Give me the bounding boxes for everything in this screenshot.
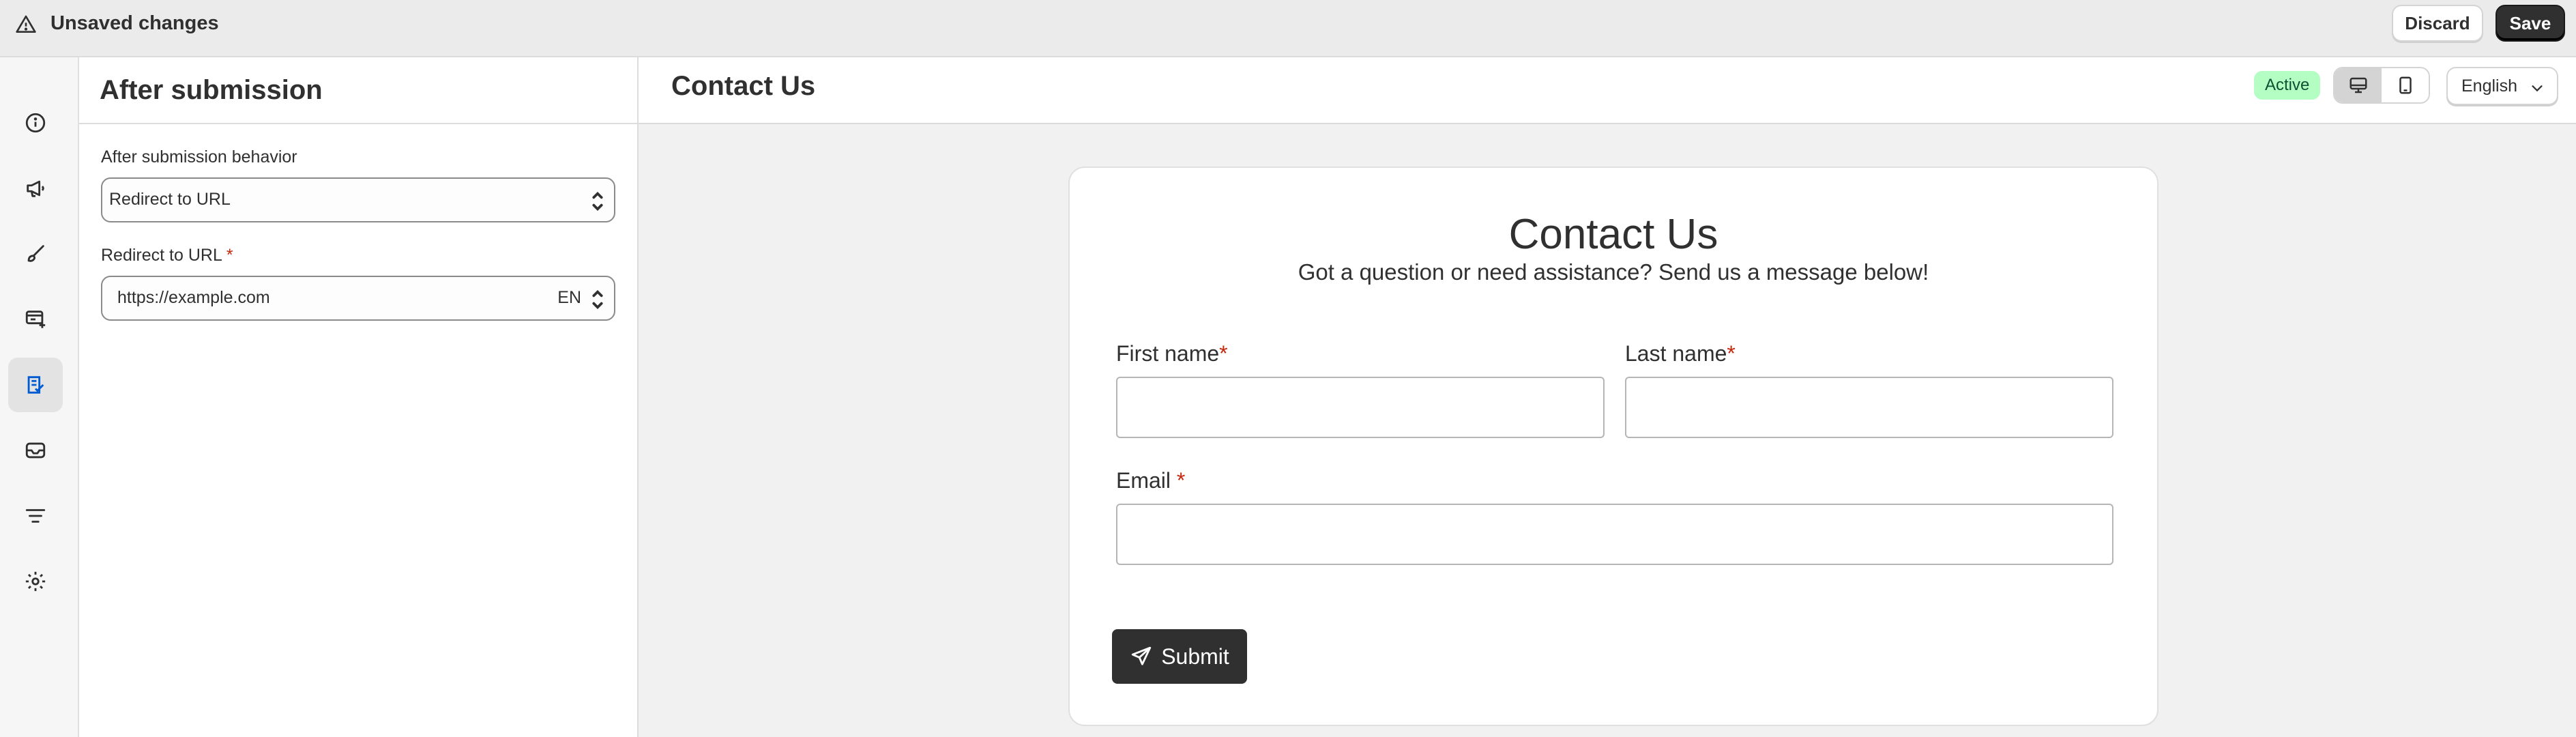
send-icon — [1132, 646, 1152, 665]
rail-design[interactable] — [8, 227, 63, 281]
save-button[interactable]: Save — [2496, 5, 2565, 42]
behavior-value: Redirect to URL — [109, 190, 231, 209]
rail-email[interactable] — [8, 423, 63, 478]
form-preview-card: Contact Us Got a question or need assist… — [1068, 167, 2158, 726]
redirect-url-input[interactable]: https://example.com EN — [101, 276, 615, 321]
settings-panel: After submission After submission behavi… — [79, 57, 639, 737]
email-label: Email * — [1116, 468, 1185, 493]
discard-button[interactable]: Discard — [2392, 5, 2483, 42]
submit-button[interactable]: Submit — [1112, 629, 1247, 684]
preview-area: Contact Us Active English Contact Us Got… — [639, 57, 2576, 737]
filter-icon — [25, 509, 46, 523]
megaphone-icon — [27, 180, 44, 197]
email-label-text: Email — [1116, 468, 1177, 493]
language-dropdown[interactable]: English — [2446, 67, 2558, 105]
form-name-title: Contact Us — [671, 71, 816, 101]
unsaved-changes-title: Unsaved changes — [50, 12, 219, 34]
mail-icon — [25, 442, 46, 459]
last-name-input[interactable] — [1625, 377, 2113, 438]
rail-announcement[interactable] — [8, 161, 63, 216]
redirect-url-label-text: Redirect to URL — [101, 246, 222, 265]
chevron-down-icon — [2532, 85, 2543, 92]
required-marker: * — [1727, 341, 1736, 366]
preview-header: Contact Us Active English — [639, 57, 2576, 124]
panel-title: After submission — [100, 74, 323, 105]
behavior-label: After submission behavior — [101, 147, 297, 167]
required-marker: * — [1176, 468, 1186, 493]
rail-filters[interactable] — [8, 489, 63, 543]
required-marker: * — [226, 246, 233, 265]
status-badge: Active — [2254, 71, 2321, 100]
rail-form-fields[interactable] — [8, 292, 63, 347]
email-input[interactable] — [1116, 504, 2113, 565]
info-icon — [25, 113, 46, 133]
behavior-select[interactable]: Redirect to URL — [101, 177, 615, 222]
mobile-view-button[interactable] — [2382, 68, 2429, 102]
desktop-view-button[interactable] — [2334, 68, 2382, 102]
submit-label: Submit — [1161, 644, 1229, 669]
rail-settings[interactable] — [8, 554, 63, 609]
chevron-updown-icon — [592, 289, 603, 310]
chevron-updown-icon — [592, 191, 603, 212]
required-marker: * — [1219, 341, 1228, 366]
mobile-icon — [2399, 76, 2412, 94]
gear-icon — [25, 571, 46, 592]
last-name-label: Last name* — [1625, 341, 1736, 366]
alert-triangle-icon — [16, 15, 36, 33]
brush-icon — [27, 245, 44, 262]
desktop-icon — [2350, 77, 2367, 93]
form-subtitle: Got a question or need assistance? Send … — [1298, 259, 1929, 285]
top-bar: Unsaved changes Discard Save — [0, 0, 2576, 57]
sidebar-icon-rail — [0, 57, 79, 737]
first-name-label-text: First name — [1116, 341, 1220, 366]
form-add-icon — [25, 310, 46, 328]
form-title: Contact Us — [1508, 211, 1718, 258]
first-name-label: First name* — [1116, 341, 1228, 366]
first-name-input[interactable] — [1116, 377, 1605, 438]
url-language-selector[interactable]: EN — [557, 288, 581, 308]
redirect-url-label: Redirect to URL * — [101, 246, 233, 265]
form-submission-icon — [27, 376, 44, 394]
view-mode-toggle — [2333, 67, 2430, 104]
language-value: English — [2461, 76, 2517, 96]
panel-header: After submission — [79, 57, 637, 124]
last-name-label-text: Last name — [1625, 341, 1727, 366]
redirect-url-value: https://example.com — [117, 288, 270, 307]
rail-info[interactable] — [8, 96, 63, 150]
rail-after-submission[interactable] — [8, 358, 63, 412]
